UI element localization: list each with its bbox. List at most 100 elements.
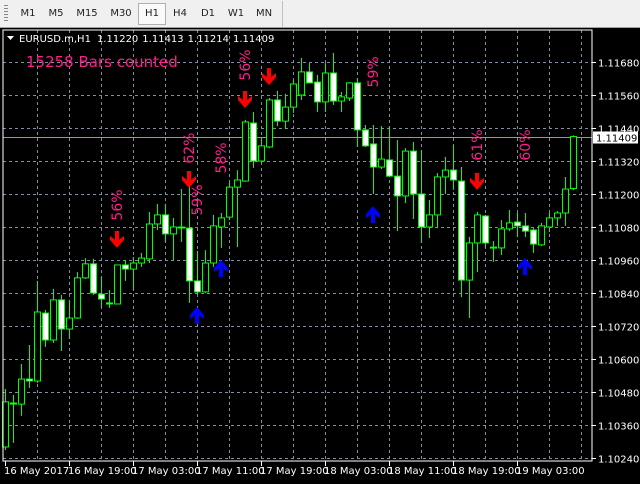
sell-arrow-icon [470, 172, 484, 190]
candle-body-bullish [74, 277, 81, 319]
candle-body-bullish [562, 188, 569, 214]
timeframe-h1-button[interactable]: H1 [138, 2, 166, 25]
candle-body-bullish [538, 225, 545, 246]
candle-body-bullish [154, 214, 161, 225]
price-tick-label: 1.10360 [598, 422, 639, 433]
timeframe-mn-button[interactable]: MN [250, 3, 278, 25]
candle-body-bearish [186, 227, 193, 282]
candle-body-bearish [418, 193, 425, 228]
candle [250, 112, 257, 168]
candle-body-bullish [18, 378, 25, 405]
candle-body-bearish [386, 159, 393, 177]
candle-body-bullish [322, 72, 329, 103]
toolbar-separator [282, 0, 283, 27]
time-tick-label: 18 May 03:00 [324, 466, 393, 477]
candle-body-bearish [306, 71, 313, 84]
candle [562, 176, 569, 226]
candle-body-bullish [474, 214, 481, 244]
candle [106, 289, 113, 308]
candle-body-bearish [178, 226, 185, 229]
bid-price-label: 1.11409 [596, 134, 637, 145]
price-axis[interactable]: 1.116801.115601.114401.113201.112001.110… [592, 59, 639, 466]
timeframe-d1-button[interactable]: D1 [194, 3, 222, 25]
candle-body-bearish [394, 175, 401, 197]
timeframe-buttons: M1 M5 M15 M30 H1 H4 D1 W1 MN [14, 2, 278, 25]
chart-menu-triangle-icon[interactable] [7, 36, 14, 40]
candle [306, 63, 313, 84]
toolbar-grip-handle[interactable] [4, 4, 8, 23]
candle-body-bullish [298, 71, 305, 96]
candle [194, 250, 201, 295]
timeframe-m30-button[interactable]: M30 [104, 3, 138, 25]
timeframe-m1-button[interactable]: M1 [14, 3, 42, 25]
candle-body-bullish [66, 317, 73, 330]
candle [50, 288, 57, 344]
candle [162, 203, 169, 242]
buy-arrow-icon [190, 307, 204, 324]
candle-body-bearish [354, 82, 361, 131]
candle [18, 363, 25, 416]
candle [274, 90, 281, 127]
candle [58, 294, 65, 352]
timeframe-w1-button[interactable]: W1 [222, 3, 250, 25]
candle [298, 57, 305, 100]
candle [202, 250, 209, 293]
candle [434, 173, 441, 229]
candle [138, 252, 145, 267]
candle [266, 98, 273, 149]
candle [346, 82, 353, 102]
candle [402, 148, 409, 204]
candle-body-bullish [442, 169, 449, 178]
chart-canvas[interactable]: 56% 62% 59% 58% 56% 59% 61% 60% EURUSD.m,H1 1.11… [0, 28, 640, 480]
time-axis[interactable]: 16 May 201716 May 19:0017 May 03:0017 Ma… [4, 461, 585, 477]
candle-body-bullish [50, 299, 57, 341]
candle-body-bullish [266, 99, 273, 148]
candle-body-bullish [82, 263, 89, 279]
candle [538, 222, 545, 246]
candle [34, 280, 41, 383]
candle-body-bearish [122, 264, 129, 270]
price-tick-label: 1.11200 [598, 191, 639, 202]
price-tick-label: 1.11560 [598, 92, 639, 103]
sell-arrow-icon [262, 68, 276, 86]
chart-header: EURUSD.m,H1 1.11220 1.11413 1.11214 1.11409 [19, 34, 274, 45]
timeframe-h4-button[interactable]: H4 [166, 3, 194, 25]
candle [338, 91, 345, 113]
candle-body-bearish [10, 402, 17, 405]
candle [442, 156, 449, 194]
price-tick-label: 1.10720 [598, 323, 639, 334]
candle [98, 277, 105, 308]
candle-body-bearish [362, 129, 369, 147]
candle-body-bearish [162, 214, 169, 235]
candle [74, 272, 81, 319]
candle [242, 120, 249, 182]
timeframe-m5-button[interactable]: M5 [42, 3, 70, 25]
candle-body-bullish [498, 228, 505, 249]
signal-probability-label: 60% [518, 129, 534, 160]
candle [546, 212, 553, 232]
time-tick-label: 16 May 19:00 [68, 466, 137, 477]
price-chart[interactable]: 56% 62% 59% 58% 56% 59% 61% 60% EURUSD.m,H1 1.11… [0, 28, 640, 480]
candle [218, 212, 225, 248]
candle-body-bearish [314, 81, 321, 103]
candle [114, 264, 121, 305]
candle [498, 220, 505, 256]
candle [258, 137, 265, 163]
candle [378, 126, 385, 169]
candle [426, 200, 433, 238]
candle-body-bearish [98, 293, 105, 300]
signal-probability-label: 61% [470, 129, 486, 160]
candle [146, 211, 153, 264]
candle [210, 214, 217, 267]
signal-probability-label: 56% [238, 49, 254, 80]
candle-body-bearish [458, 180, 465, 281]
candle-body-bullish [202, 262, 209, 293]
candle [370, 124, 377, 194]
candle [410, 142, 417, 220]
sell-arrow-icon [110, 230, 124, 248]
timeframe-m15-button[interactable]: M15 [70, 3, 104, 25]
candle-body-bullish [426, 214, 433, 228]
time-tick-label: 16 May 2017 [4, 466, 69, 477]
candle [282, 93, 289, 130]
candle-body-bullish [290, 83, 297, 108]
